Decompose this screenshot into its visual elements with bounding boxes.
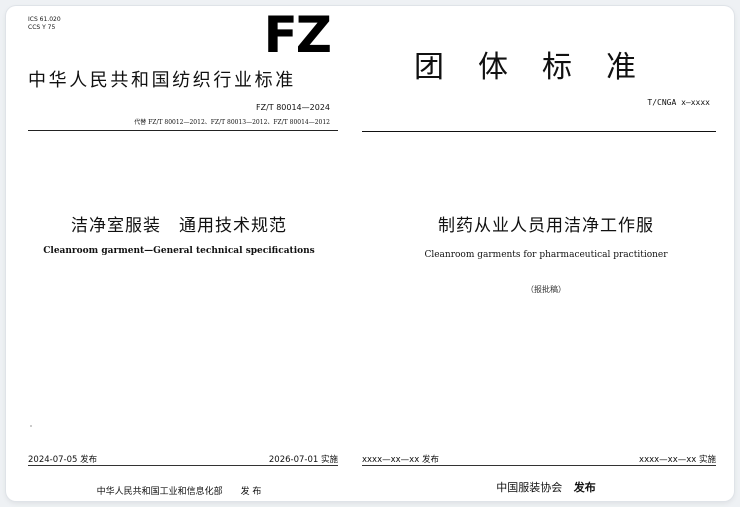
document-title-cn: 制药从业人员用洁净工作服 (438, 216, 654, 236)
standard-type-title: 团体标准 (414, 50, 670, 85)
standard-type-title: 中华人民共和国纺织行业标准 (28, 70, 296, 91)
header-divider (362, 131, 716, 132)
right-standard-cover: 团体标准 T/CNGA x—xxxx 制药从业人员用洁净工作服 Cleanroo… (358, 6, 734, 501)
standard-number: T/CNGA x—xxxx (647, 98, 710, 107)
issuer-action: 发布 (573, 481, 596, 494)
comparison-frame: ICS 61.020 CCS Y 75 FZ 中华人民共和国纺织行业标准 FZ/… (6, 6, 734, 501)
document-title-cn: 洁净室服装 通用技术规范 (71, 216, 287, 236)
publish-date: 2024-07-05 发布 (28, 455, 98, 465)
left-standard-cover: ICS 61.020 CCS Y 75 FZ 中华人民共和国纺织行业标准 FZ/… (6, 6, 352, 501)
implement-date: 2026-07-01 实施 (268, 455, 338, 465)
classification-codes: ICS 61.020 CCS Y 75 (28, 16, 61, 32)
issuer-name: 中国服装协会 (496, 481, 563, 494)
document-title-en: Cleanroom garment—General technical spec… (43, 246, 315, 256)
implement-date: xxxx—xx—xx 实施 (639, 455, 716, 465)
draft-status-note: （报批稿） (526, 285, 566, 294)
publish-date: xxxx—xx—xx 发布 (362, 455, 439, 465)
footer-divider (362, 465, 716, 466)
standard-number: FZ/T 80014—2024 (255, 103, 330, 112)
footer-divider (28, 465, 338, 466)
issuer: 中华人民共和国工业和信息化部 发 布 (96, 487, 262, 497)
document-title-en: Cleanroom garments for pharmaceutical pr… (424, 250, 668, 260)
replaces-note: 代替 FZ/T 80012—2012、FZ/T 80013—2012、FZ/T … (134, 119, 330, 126)
header-divider (28, 130, 338, 131)
ccs-code: CCS Y 75 (28, 24, 56, 31)
issuer: 中国服装协会 发布 (358, 479, 734, 495)
scan-speck (30, 425, 32, 427)
ics-code: ICS 61.020 (28, 16, 61, 23)
fz-logo: FZ (263, 6, 332, 64)
